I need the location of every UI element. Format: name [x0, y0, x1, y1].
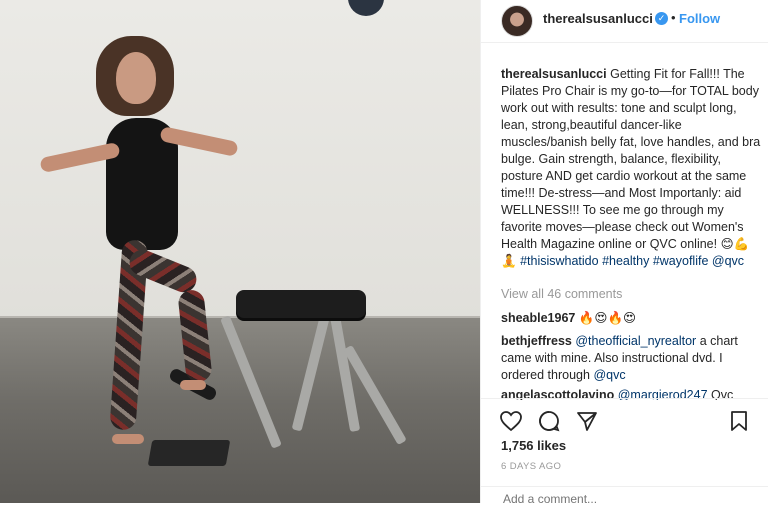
comment-username[interactable]: bethjeffress: [501, 334, 572, 348]
comment: sheable1967 🔥😍🔥😍: [501, 310, 763, 327]
add-comment-bar: [481, 486, 768, 507]
foot: [112, 434, 144, 444]
mention[interactable]: @qvc: [712, 254, 744, 268]
like-count[interactable]: 1,756 likes: [501, 438, 566, 453]
caption-username[interactable]: therealsusanlucci: [501, 67, 607, 81]
mention[interactable]: @theofficial_nyrealtor: [575, 334, 696, 348]
hashtag[interactable]: #wayoflife: [653, 254, 709, 268]
view-all-comments-link[interactable]: View all 46 comments: [501, 287, 622, 301]
post-header: therealsusanlucci ✓ • Follow: [481, 0, 768, 43]
post-photo[interactable]: [0, 0, 480, 503]
follow-button[interactable]: Follow: [679, 11, 720, 26]
ceiling-light: [348, 0, 384, 16]
comment-icon[interactable]: [537, 409, 561, 433]
comment-text: 🔥😍🔥😍: [578, 311, 637, 325]
caption-text: Getting Fit for Fall!!! The Pilates Pro …: [501, 67, 761, 268]
comment: bethjeffress @theofficial_nyrealtor a ch…: [501, 333, 763, 384]
chair-seat: [236, 290, 366, 318]
hashtag[interactable]: #thisiswhatido: [520, 254, 599, 268]
verified-badge-icon: ✓: [655, 12, 668, 25]
instagram-post: therealsusanlucci ✓ • Follow therealsusa…: [0, 0, 768, 507]
post-sidebar: therealsusanlucci ✓ • Follow therealsusa…: [480, 0, 768, 507]
add-comment-input[interactable]: [501, 491, 745, 507]
chair-base: [147, 440, 231, 466]
foot: [180, 380, 206, 390]
mention[interactable]: @qvc: [593, 368, 625, 382]
comment-username[interactable]: sheable1967: [501, 311, 575, 325]
post-username[interactable]: therealsusanlucci: [543, 11, 653, 26]
hashtag[interactable]: #healthy: [602, 254, 649, 268]
separator-dot: •: [671, 10, 676, 25]
post-timestamp: 6 DAYS AGO: [501, 461, 562, 472]
heart-icon[interactable]: [499, 409, 523, 433]
post-caption: therealsusanlucci Getting Fit for Fall!!…: [501, 66, 763, 270]
face: [116, 52, 156, 104]
share-icon[interactable]: [575, 409, 599, 433]
avatar[interactable]: [501, 5, 533, 37]
bookmark-icon[interactable]: [727, 409, 751, 433]
